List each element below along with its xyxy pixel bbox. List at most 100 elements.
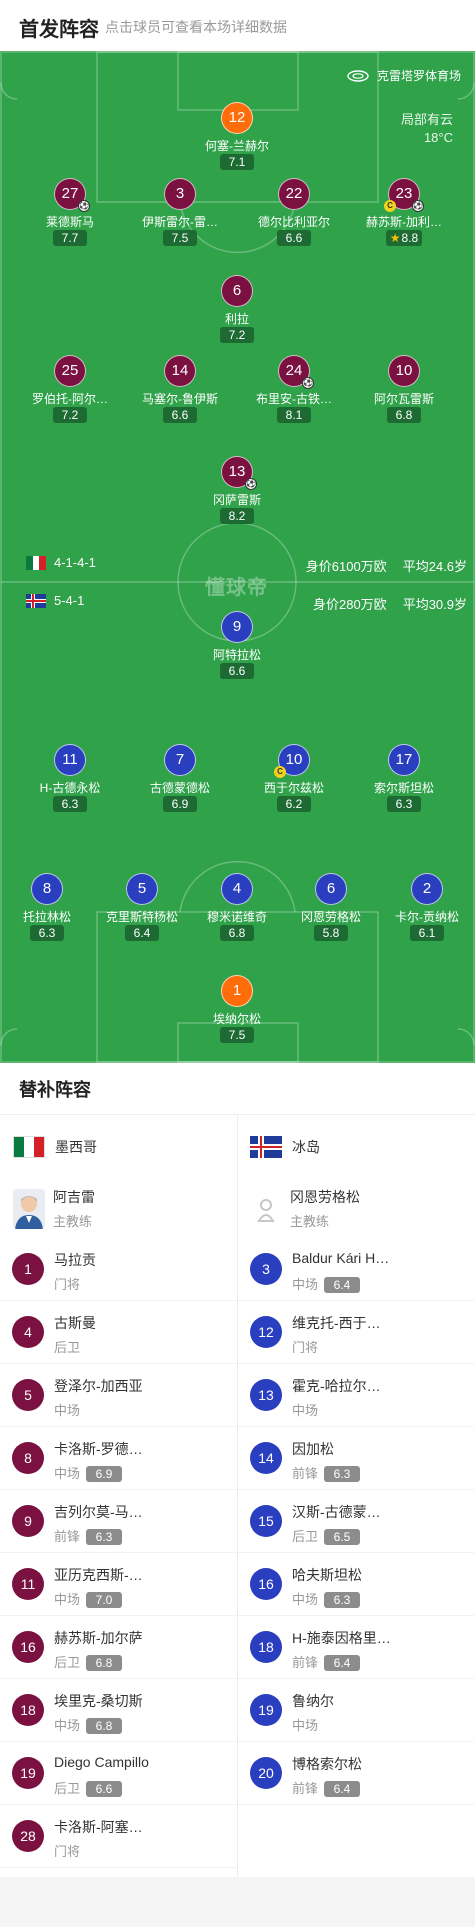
bench-player-name: 马拉贡 [54, 1252, 96, 1268]
bench-jersey-number: 13 [250, 1379, 282, 1411]
player-card[interactable]: 9 阿特拉松 6.6 [182, 611, 292, 680]
bench-jersey-number: 16 [12, 1631, 44, 1663]
bench-player-row[interactable]: 11 亚历克西斯-… 中场 7.0 [0, 1553, 236, 1616]
player-card[interactable]: 25 罗伯托-阿尔… 7.2 [15, 355, 125, 424]
bench-player-name: 亚历克西斯-… [54, 1567, 143, 1583]
jersey-number-text: 10 [285, 751, 303, 768]
player-rating: 6.8 [387, 407, 421, 423]
section-title-starting: 首发阵容 [19, 19, 99, 41]
player-card[interactable]: 6 利拉 7.2 [182, 275, 292, 344]
player-name: 布里安-古铁… [256, 392, 332, 405]
home-team-age: 平均24.6岁 [402, 559, 467, 574]
player-rating-value: 6.8 [395, 408, 413, 422]
home-coach[interactable]: 阿吉雷 主教练 [13, 1185, 233, 1233]
player-rating-value: 6.6 [285, 231, 303, 245]
player-card[interactable]: 23 ⚽ C 赫苏斯-加利… ★8.8 [349, 178, 459, 247]
bench-position-label: 后卫 [54, 1781, 81, 1796]
player-card[interactable]: 1 埃纳尔松 7.5 [182, 975, 292, 1044]
bench-player-rating: 6.8 [86, 1718, 123, 1734]
bench-player-row[interactable]: 1 马拉贡 门将 [0, 1238, 236, 1301]
player-rating: 7.5 [163, 230, 197, 246]
player-card[interactable]: 10 C 西于尔兹松 6.2 [239, 744, 349, 813]
away-coach[interactable]: 冈恩劳格松 主教练 [250, 1185, 470, 1233]
bench-player-row[interactable]: 3 Baldur Kári H… 中场 6.4 [238, 1238, 474, 1301]
bench-player-row[interactable]: 18 H-施泰因格里… 前锋 6.4 [238, 1616, 474, 1679]
bench-player-rating: 6.4 [324, 1781, 361, 1797]
player-name: 阿特拉松 [212, 648, 261, 661]
bench-player-row[interactable]: 5 登泽尔-加西亚 中场 [0, 1364, 236, 1427]
weather-info: 局部有云 18°C [401, 111, 453, 147]
player-card[interactable]: 11 H-古德永松 6.3 [15, 744, 125, 813]
player-card[interactable]: 22 德尔比利亚尔 6.6 [239, 178, 349, 247]
bench-player-rating: 6.6 [86, 1781, 123, 1797]
bench-player-row[interactable]: 28 卡洛斯-阿塞… 门将 [0, 1805, 236, 1868]
jersey-number: 23 ⚽ C [384, 178, 424, 212]
venue-info: 克雷塔罗体育场 [347, 67, 461, 84]
player-card[interactable]: 17 索尔斯坦松 6.3 [349, 744, 459, 813]
bench-player-row[interactable]: 13 霍克-哈拉尔… 中场 [238, 1364, 474, 1427]
bench-player-row[interactable]: 19 鲁纳尔 中场 [238, 1679, 474, 1742]
player-card[interactable]: 5 克里斯特杨松 6.4 [87, 873, 197, 942]
bench-position-label: 中场 [54, 1718, 81, 1733]
player-rating-value: 6.8 [228, 926, 246, 940]
player-rating: 8.1 [277, 407, 311, 423]
bench-player-row[interactable]: 20 博格索尔松 前锋 6.4 [238, 1742, 474, 1805]
player-rating: 7.7 [53, 230, 87, 246]
bench-home-team-name: 墨西哥 [55, 1139, 97, 1155]
bench-player-name: Diego Campillo [54, 1754, 149, 1770]
player-name: 德尔比利亚尔 [257, 215, 330, 228]
player-card[interactable]: 6 冈恩劳格松 5.8 [276, 873, 386, 942]
player-card[interactable]: 2 卡尔-贡纳松 6.1 [372, 873, 475, 942]
player-name: 克里斯特杨松 [105, 910, 178, 923]
jersey-number-text: 8 [42, 880, 52, 897]
bench-player-row[interactable]: 12 维克托-西于… 门将 [238, 1301, 474, 1364]
player-card[interactable]: 13 ⚽ 冈萨雷斯 8.2 [182, 456, 292, 525]
player-rating: 6.4 [125, 925, 159, 941]
player-rating-value: 6.9 [171, 797, 189, 811]
bench-player-row[interactable]: 18 埃里克-桑切斯 中场 6.8 [0, 1679, 236, 1742]
goal-ball-icon: ⚽ [302, 377, 314, 389]
player-card[interactable]: 10 阿尔瓦雷斯 6.8 [349, 355, 459, 424]
jersey-number: 22 [278, 178, 310, 210]
player-card[interactable]: 7 古德蒙德松 6.9 [125, 744, 235, 813]
player-name: 冈恩劳格松 [300, 910, 361, 923]
bench-player-position: 中场 6.3 [292, 1589, 361, 1608]
bench-player-rating: 6.3 [324, 1466, 361, 1482]
bench-player-name: Baldur Kári H… [292, 1250, 390, 1266]
watermark: 懂球帝 [205, 577, 268, 599]
bench-jersey-number: 18 [12, 1694, 44, 1726]
jersey-number-text: 13 [228, 463, 246, 480]
bench-player-row[interactable]: 9 吉列尔莫-马… 前锋 6.3 [0, 1490, 236, 1553]
bench-jersey-number: 11 [12, 1568, 44, 1600]
bench-position-label: 前锋 [292, 1655, 319, 1670]
bench-player-row[interactable]: 19 Diego Campillo 后卫 6.6 [0, 1742, 236, 1805]
bench-player-row[interactable]: 8 卡洛斯-罗德… 中场 6.9 [0, 1427, 236, 1490]
bench-player-row[interactable]: 4 古斯曼 后卫 [0, 1301, 236, 1364]
bench-player-row[interactable]: 16 哈夫斯坦松 中场 6.3 [238, 1553, 474, 1616]
coach-avatar-placeholder-icon [250, 1189, 282, 1229]
player-name: 赫苏斯-加利… [366, 215, 442, 228]
bench-jersey-number: 1 [12, 1253, 44, 1285]
player-card[interactable]: 27 ⚽ 莱德斯马 7.7 [15, 178, 125, 247]
jersey-number: 2 [411, 873, 443, 905]
player-rating: 6.3 [387, 796, 421, 812]
bench-player-position: 后卫 [54, 1337, 80, 1356]
player-name: 阿尔瓦雷斯 [373, 392, 434, 405]
player-card[interactable]: 24 ⚽ 布里安-古铁… 8.1 [239, 355, 349, 424]
bench-player-row[interactable]: 14 因加松 前锋 6.3 [238, 1427, 474, 1490]
jersey-number-text: 1 [232, 982, 242, 999]
player-name: 伊斯雷尔-雷… [142, 215, 218, 228]
bench-position-label: 中场 [292, 1718, 319, 1733]
player-card[interactable]: 12 何塞-兰赫尔 7.1 [182, 102, 292, 171]
bench-player-rating: 7.0 [86, 1592, 123, 1608]
bench-away-team: 冰岛 [250, 1136, 320, 1158]
venue-name: 克雷塔罗体育场 [376, 69, 461, 83]
home-coach-role: 主教练 [53, 1214, 93, 1229]
player-card[interactable]: 14 马塞尔-鲁伊斯 6.6 [125, 355, 235, 424]
bench-player-row[interactable]: 16 赫苏斯-加尔萨 后卫 6.8 [0, 1616, 236, 1679]
bench-player-row[interactable]: 15 汉斯-古德蒙… 后卫 6.5 [238, 1490, 474, 1553]
player-card[interactable]: 3 伊斯雷尔-雷… 7.5 [125, 178, 235, 247]
player-rating-value: 6.3 [38, 926, 56, 940]
jersey-number: 1 [221, 975, 253, 1007]
player-rating-value: 7.2 [61, 408, 79, 422]
